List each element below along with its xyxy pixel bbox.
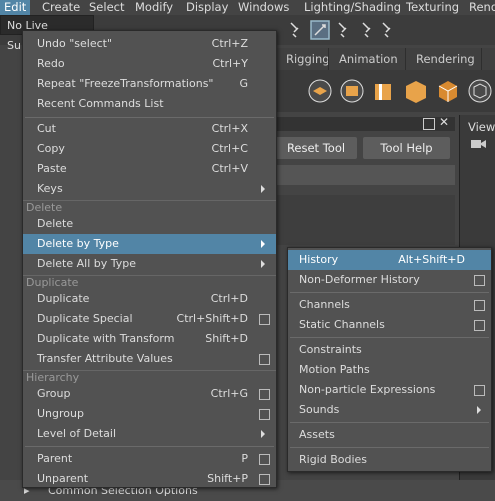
section-header-duplicate: Duplicate: [23, 275, 276, 290]
option-box-icon[interactable]: [474, 320, 485, 331]
menu-item-repeat[interactable]: Repeat "FreezeTransformations" G: [23, 74, 276, 94]
menu-item-group[interactable]: Group Ctrl+G: [23, 384, 276, 404]
menu-item-duplicate[interactable]: Duplicate Ctrl+D: [23, 289, 276, 309]
menu-item-static-channels[interactable]: Static Channels: [288, 315, 491, 335]
menu-item-paste[interactable]: Paste Ctrl+V: [23, 159, 276, 179]
menu-item-redo[interactable]: Redo Ctrl+Y: [23, 54, 276, 74]
menu-item-cut[interactable]: Cut Ctrl+X: [23, 119, 276, 139]
menu-item-history[interactable]: History Alt+Shift+D: [288, 250, 491, 270]
menu-item-parent[interactable]: Parent P: [23, 449, 276, 469]
edit-menu: Undo "select" Ctrl+Z Redo Ctrl+Y Repeat …: [22, 30, 277, 488]
menu-modify[interactable]: Modify: [131, 0, 177, 15]
menu-separator: [290, 337, 489, 338]
menu-item-rigid-bodies[interactable]: Rigid Bodies: [288, 450, 491, 470]
menu-item-constraints[interactable]: Constraints: [288, 340, 491, 360]
menu-item-non-particle-expressions[interactable]: Non-particle Expressions: [288, 380, 491, 400]
menu-item-duplicate-with-transform[interactable]: Duplicate with Transform Shift+D: [23, 329, 276, 349]
menu-item-undo[interactable]: Undo "select" Ctrl+Z: [23, 34, 276, 54]
submenu-arrow-icon: [261, 260, 265, 268]
tool-settings-header: ✕: [275, 115, 455, 131]
option-box-icon[interactable]: [474, 385, 485, 396]
option-box-icon[interactable]: [259, 354, 270, 365]
menu-item-ungroup[interactable]: Ungroup: [23, 404, 276, 424]
menu-bar: Edit Create Select Modify Display Window…: [0, 0, 495, 15]
menu-separator: [290, 447, 489, 448]
shelf-tab-rendering[interactable]: Rendering: [405, 48, 485, 70]
shelf-tabs: Rigging Animation Rendering: [275, 48, 495, 70]
shelf-tool-icon[interactable]: [435, 78, 461, 104]
shelf-tool-icon[interactable]: [371, 78, 397, 104]
shelf-tab-animation[interactable]: Animation: [328, 48, 408, 70]
menu-create[interactable]: Create: [38, 0, 84, 15]
menu-item-copy[interactable]: Copy Ctrl+C: [23, 139, 276, 159]
panel-strip: [275, 165, 455, 185]
shelf-tool-icon[interactable]: [339, 78, 365, 104]
panel-fields: [275, 195, 455, 245]
menu-item-level-of-detail[interactable]: Level of Detail: [23, 424, 276, 444]
camera-icon[interactable]: [470, 137, 490, 151]
reset-tool-button[interactable]: Reset Tool: [275, 137, 357, 159]
view-menu-label[interactable]: View: [468, 120, 495, 134]
section-header-hierarchy: Hierarchy: [23, 370, 276, 385]
option-box-icon[interactable]: [259, 314, 270, 325]
menu-separator: [290, 422, 489, 423]
menu-item-duplicate-special[interactable]: Duplicate Special Ctrl+Shift+D: [23, 309, 276, 329]
option-box-icon[interactable]: [259, 454, 270, 465]
menu-item-delete-by-type[interactable]: Delete by Type: [23, 234, 276, 254]
menu-texturing[interactable]: Texturing: [402, 0, 463, 15]
menu-item-assets[interactable]: Assets: [288, 425, 491, 445]
submenu-arrow-icon: [261, 240, 265, 248]
option-box-icon[interactable]: [259, 474, 270, 485]
menu-windows[interactable]: Windows: [234, 0, 293, 15]
shelf-tab-overflow[interactable]: [481, 48, 495, 70]
option-box-icon[interactable]: [474, 275, 485, 286]
menu-lighting-shading[interactable]: Lighting/Shading: [300, 0, 405, 15]
menu-item-sounds[interactable]: Sounds: [288, 400, 491, 420]
shelf-tool-icon[interactable]: [307, 78, 333, 104]
submenu-arrow-icon: [261, 185, 265, 193]
delete-by-type-submenu: History Alt+Shift+D Non-Deformer History…: [287, 247, 492, 472]
snap-icon: [290, 22, 299, 38]
menu-separator: [290, 292, 489, 293]
menu-select[interactable]: Select: [85, 0, 128, 15]
option-box-icon[interactable]: [259, 409, 270, 420]
menu-item-keys[interactable]: Keys: [23, 179, 276, 199]
shelf-icons: [275, 70, 495, 112]
menu-item-transfer-attribute-values[interactable]: Transfer Attribute Values: [23, 349, 276, 369]
shelf-tool-icon[interactable]: [467, 78, 493, 104]
menu-rendering[interactable]: Rend: [465, 0, 495, 15]
menu-display[interactable]: Display: [182, 0, 232, 15]
submenu-arrow-icon: [261, 430, 265, 438]
submenu-arrow-icon: [477, 406, 481, 414]
menu-item-non-deformer-history[interactable]: Non-Deformer History: [288, 270, 491, 290]
option-box-icon[interactable]: [474, 300, 485, 311]
menu-item-channels[interactable]: Channels: [288, 295, 491, 315]
menu-item-motion-paths[interactable]: Motion Paths: [288, 360, 491, 380]
shelf-tool-icon[interactable]: [403, 78, 429, 104]
menu-item-delete-all-by-type[interactable]: Delete All by Type: [23, 254, 276, 274]
tool-help-button[interactable]: Tool Help: [363, 137, 450, 159]
menu-item-recent-commands[interactable]: Recent Commands List: [23, 94, 276, 114]
section-header-delete: Delete: [23, 200, 276, 215]
menu-separator: [25, 117, 274, 118]
close-panel-icon[interactable]: ✕: [439, 115, 449, 129]
menu-item-delete[interactable]: Delete: [23, 214, 276, 234]
menu-item-unparent[interactable]: Unparent Shift+P: [23, 469, 276, 489]
menu-separator: [25, 446, 274, 447]
option-box-icon[interactable]: [259, 389, 270, 400]
menu-edit[interactable]: Edit: [0, 0, 31, 15]
float-panel-icon[interactable]: [423, 118, 435, 130]
snap-toolbar-icons: [290, 20, 391, 40]
